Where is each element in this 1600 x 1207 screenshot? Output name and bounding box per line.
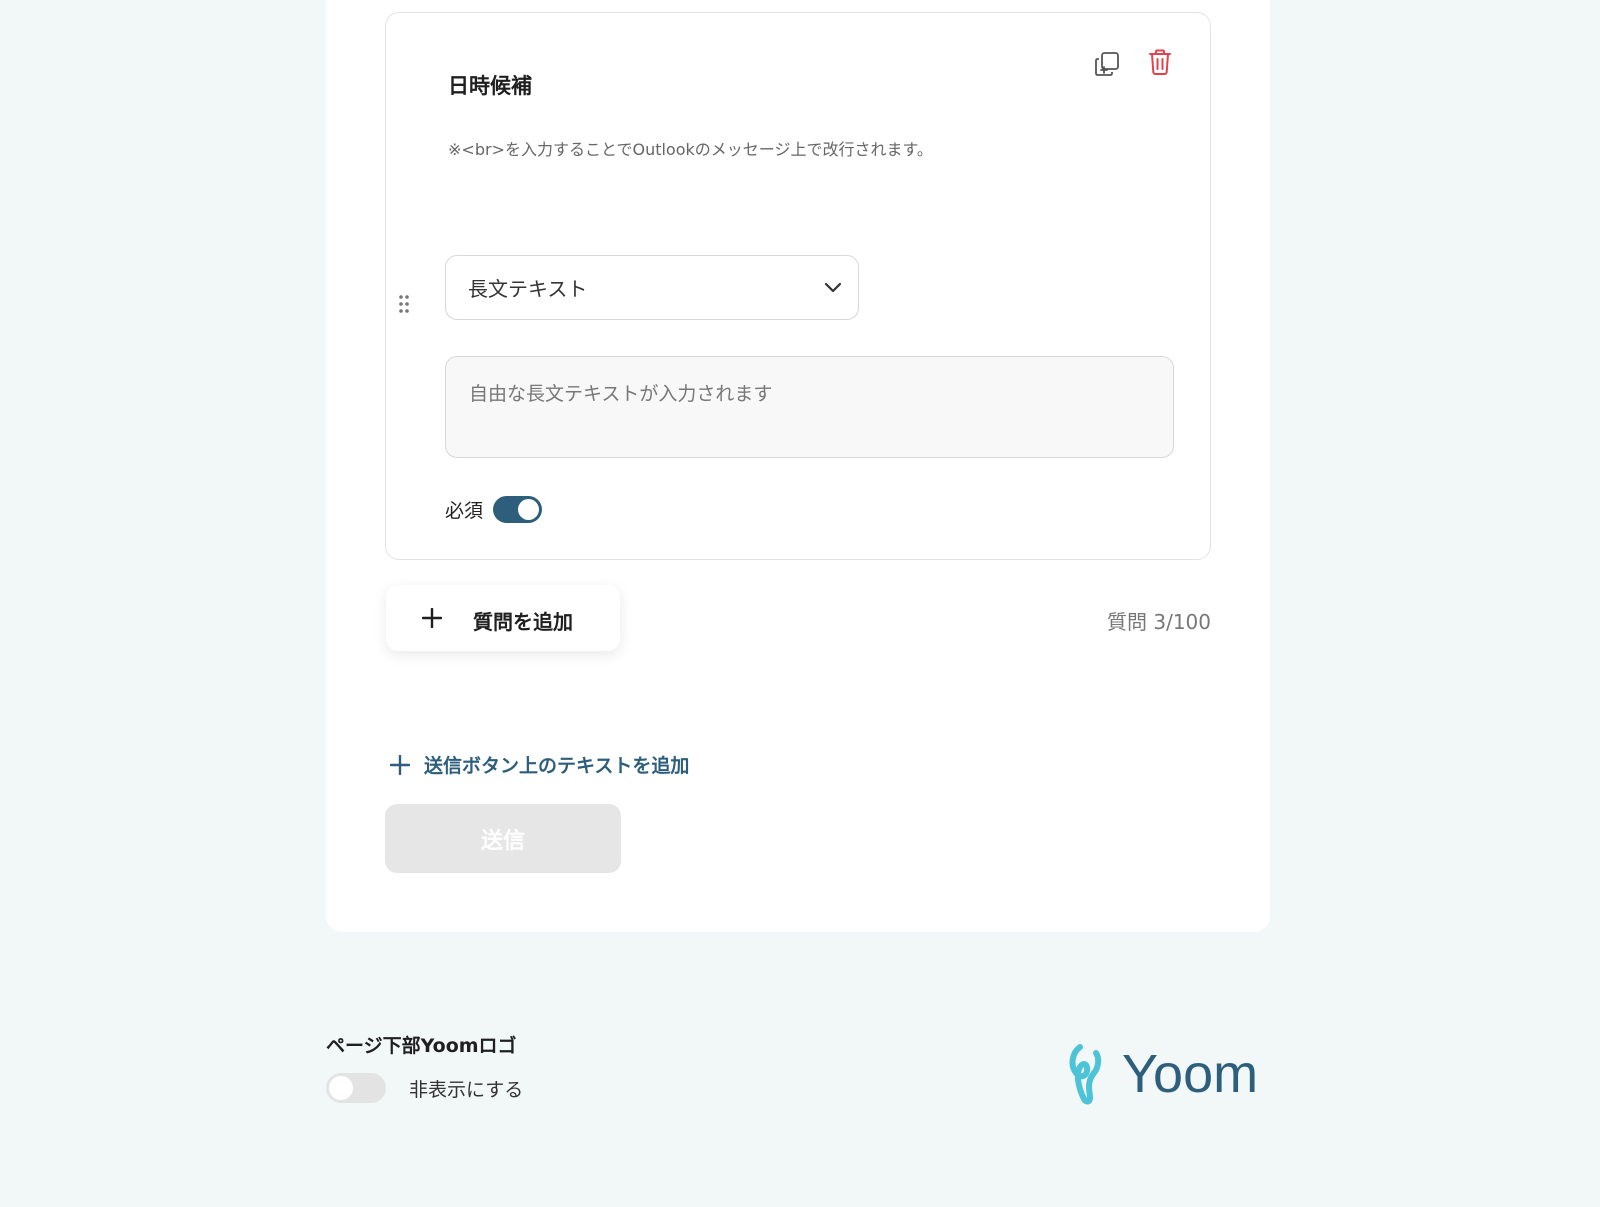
plus-icon (390, 754, 410, 775)
add-text-above-submit-label: 送信ボタン上のテキストを追加 (424, 755, 690, 777)
chevron-down-icon (824, 282, 842, 293)
question-type-value: 長文テキスト (468, 277, 588, 301)
add-text-above-submit-link[interactable]: 送信ボタン上のテキストを追加 (390, 751, 689, 778)
duplicate-question-button[interactable] (1090, 47, 1124, 81)
trash-icon (1149, 49, 1171, 75)
question-type-select[interactable]: 長文テキスト (445, 255, 859, 320)
copy-icon (1095, 52, 1119, 76)
yoom-logo: Yoom (1069, 1044, 1258, 1105)
drag-handle-icon[interactable] (398, 294, 410, 314)
hide-logo-label: 非表示にする (409, 1079, 524, 1101)
toggle-knob (518, 499, 539, 520)
required-label: 必須 (445, 500, 484, 522)
delete-question-button[interactable] (1143, 45, 1177, 79)
question-description[interactable]: ※<br>を入力することでOutlookのメッセージ上で改行されます。 (448, 136, 933, 160)
submit-button[interactable]: 送信 (385, 804, 621, 873)
logo-setting-title: ページ下部Yoomロゴ (326, 1035, 517, 1057)
logo-wordmark: Yoom (1122, 1044, 1258, 1104)
logo-mark (1069, 1044, 1102, 1105)
add-question-button[interactable]: 質問を追加 (386, 585, 620, 651)
question-count: 質問 3/100 (1107, 610, 1211, 634)
question-title[interactable]: 日時候補 (448, 70, 532, 100)
toggle-knob (329, 1076, 353, 1100)
answer-preview-textarea[interactable]: 自由な長文テキストが入力されます (445, 356, 1174, 458)
add-question-label: 質問を追加 (473, 610, 573, 634)
plus-icon (422, 608, 442, 628)
hide-logo-toggle[interactable] (326, 1073, 386, 1103)
required-toggle[interactable] (493, 496, 542, 523)
